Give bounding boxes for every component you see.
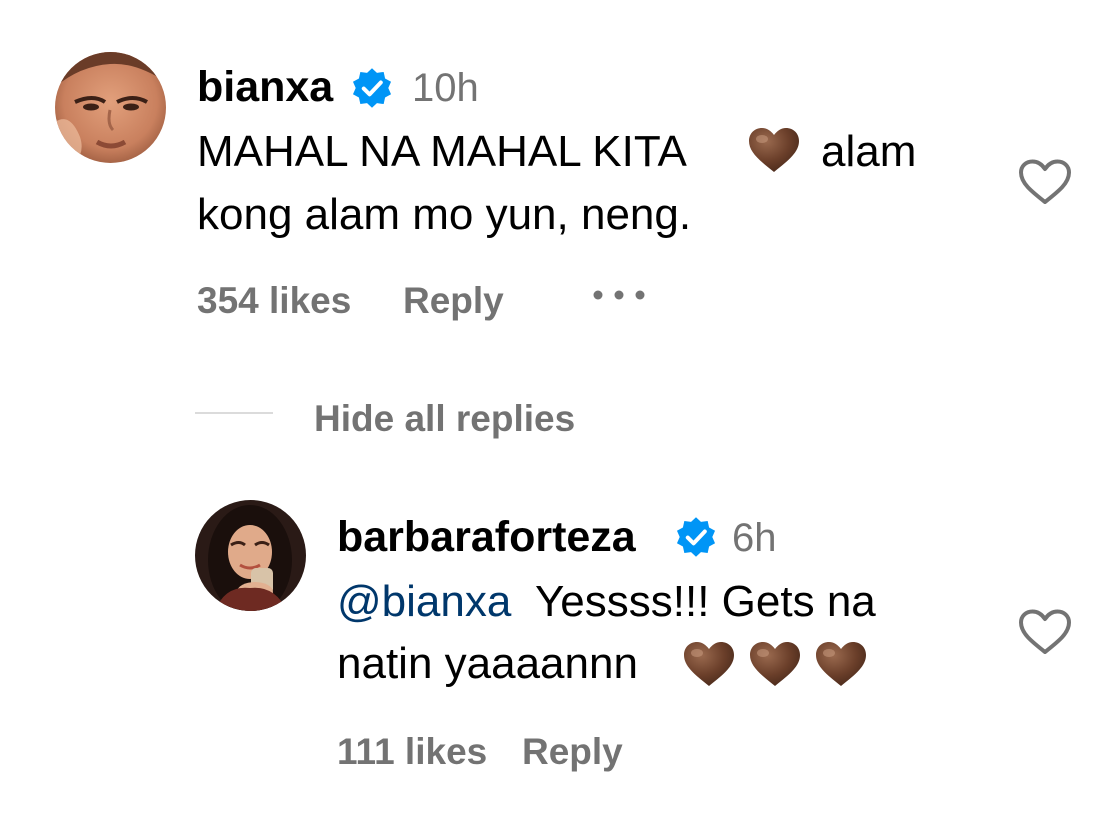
hide-all-replies-button[interactable]: Hide all replies	[314, 400, 575, 437]
avatar[interactable]	[195, 500, 306, 611]
verified-badge-icon	[676, 517, 716, 557]
reply-likes-count[interactable]: 111 likes	[337, 733, 487, 770]
comment-text-line-1: MAHAL NA MAHAL KITA	[197, 127, 687, 176]
reply-reply-button[interactable]: Reply	[522, 733, 623, 770]
username[interactable]: barbaraforteza	[337, 516, 636, 559]
avatar[interactable]	[55, 52, 166, 163]
comment-text-line-1-end: alam	[821, 127, 917, 176]
mention-link[interactable]: @bianxa	[337, 580, 511, 624]
comment-text-line-2: kong alam mo yun, neng.	[197, 190, 692, 239]
comment-time: 10h	[412, 66, 479, 110]
reply-time: 6h	[732, 516, 777, 560]
brown-heart-emoji	[750, 642, 800, 686]
reply-text-line-2: natin yaaaannn	[337, 639, 638, 688]
comment-reply-button[interactable]: Reply	[403, 282, 504, 319]
replies-divider	[195, 412, 273, 414]
verified-badge-icon	[352, 68, 392, 108]
reply-text-line-1: Yessss!!! Gets na	[535, 577, 876, 626]
brown-heart-emoji	[816, 642, 866, 686]
heart-outline-icon[interactable]	[1017, 158, 1073, 206]
username[interactable]: bianxa	[197, 66, 333, 109]
comment-likes-count[interactable]: 354 likes	[197, 282, 351, 319]
heart-outline-icon[interactable]	[1017, 608, 1073, 656]
brown-heart-emoji	[749, 128, 799, 172]
more-options-icon[interactable]	[590, 285, 648, 305]
brown-heart-emoji	[684, 642, 734, 686]
